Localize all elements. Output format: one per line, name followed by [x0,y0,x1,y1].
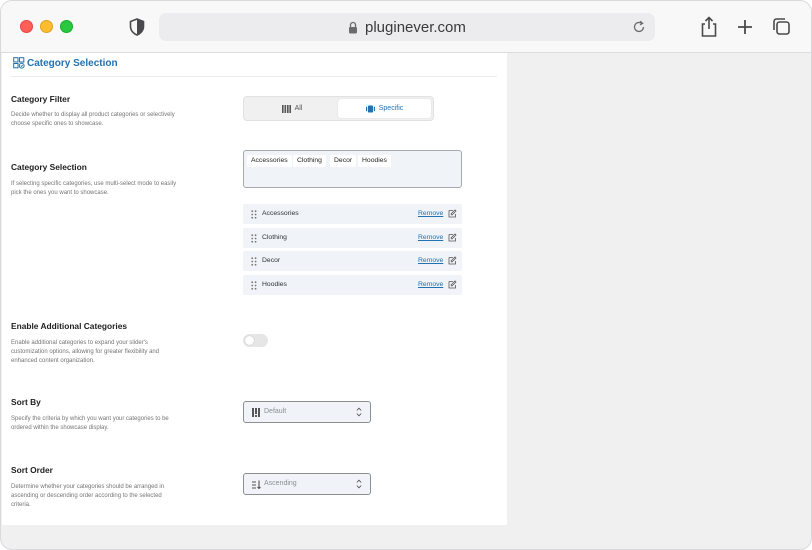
category-grid-icon [13,57,25,69]
chevron-up-down-icon [356,479,362,489]
url-text: pluginever.com [365,19,466,36]
tab-overview-icon[interactable] [771,16,791,38]
sort-order-select[interactable]: Ascending [243,473,371,495]
sortable-category-item[interactable]: Accessories Remove [243,204,462,224]
sort-by-description: Specify the criteria by which you want y… [11,416,169,431]
privacy-shield-icon[interactable] [129,18,145,36]
browser-window: pluginever.com Category Selection Catego… [0,0,812,550]
edit-icon[interactable] [448,233,457,242]
sort-by-title: Sort By [11,397,41,407]
filter-all-label: All [294,105,303,112]
browser-toolbar: pluginever.com [1,1,811,53]
address-bar[interactable]: pluginever.com [159,13,655,41]
additional-categories-description: Enable additional categories to expand y… [11,340,160,364]
remove-category-link[interactable]: Remove [418,210,443,217]
remove-category-link[interactable]: Remove [418,257,443,264]
reload-icon[interactable] [632,20,646,34]
category-item-label: Clothing [262,234,287,241]
lock-icon [349,21,357,34]
toggle-knob [245,336,254,345]
edit-icon[interactable] [448,256,457,265]
settings-panel: Category Selection Category Filter Decid… [2,53,507,525]
sort-order-description: Determine whether your categories should… [11,484,165,508]
drag-handle-icon[interactable] [251,257,257,266]
additional-categories-toggle[interactable] [243,334,268,347]
carousel-icon [365,105,375,112]
category-chip[interactable]: Accessories [247,155,292,167]
share-icon[interactable] [699,16,719,38]
chevron-up-down-icon [356,407,362,417]
category-selection-description: If selecting specific categories, use mu… [11,181,177,196]
sort-ascending-icon [252,480,261,489]
drag-handle-icon[interactable] [251,234,257,243]
section-header: Category Selection [11,55,497,77]
drag-handle-icon[interactable] [251,281,257,290]
category-filter-title: Category Filter [11,94,71,104]
sort-by-value: Default [264,408,287,415]
category-filter-description: Decide whether to display all product ca… [11,112,175,127]
sortable-category-item[interactable]: Clothing Remove [243,228,462,248]
category-chip[interactable]: Hoodies [358,155,391,167]
sort-by-select[interactable]: Default [243,401,371,423]
category-multiselect[interactable]: Accessories Clothing Decor Hoodies [243,150,462,188]
category-chip[interactable]: Decor [330,155,357,167]
section-title: Category Selection [27,58,118,69]
category-item-label: Decor [262,257,281,264]
sort-order-title: Sort Order [11,465,53,475]
sort-columns-icon [252,408,260,417]
sortable-category-item[interactable]: Decor Remove [243,251,462,271]
columns-icon [281,104,291,113]
filter-specific-label: Specific [378,105,404,112]
zoom-window-button[interactable] [60,20,73,33]
additional-categories-title: Enable Additional Categories [11,321,128,331]
edit-icon[interactable] [448,209,457,218]
remove-category-link[interactable]: Remove [418,234,443,241]
remove-category-link[interactable]: Remove [418,281,443,288]
minimize-window-button[interactable] [40,20,53,33]
filter-specific-button[interactable]: Specific [338,99,431,118]
sort-order-value: Ascending [264,480,297,487]
category-item-label: Hoodies [262,281,287,288]
close-window-button[interactable] [20,20,33,33]
filter-all-button[interactable]: All [247,99,337,118]
category-chip[interactable]: Clothing [293,155,326,167]
category-selection-title: Category Selection [11,162,87,172]
sortable-category-item[interactable]: Hoodies Remove [243,275,462,295]
new-tab-icon[interactable] [735,16,755,38]
category-filter-toggle: All Specific [243,96,434,121]
drag-handle-icon[interactable] [251,210,257,219]
edit-icon[interactable] [448,280,457,289]
category-item-label: Accessories [262,210,299,217]
